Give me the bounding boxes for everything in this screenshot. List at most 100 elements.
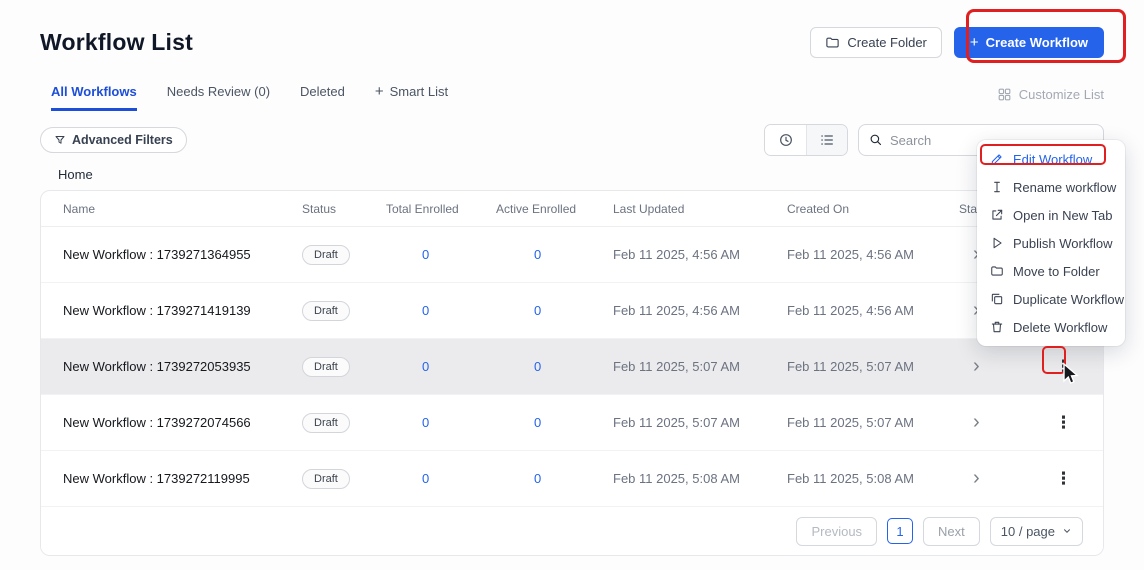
total-enrolled-value[interactable]: 0 (386, 247, 496, 262)
table-row[interactable]: New Workflow : 1739271419139 Draft 0 0 F… (41, 283, 1103, 339)
external-link-icon (990, 208, 1004, 222)
tab-all-workflows[interactable]: All Workflows (51, 84, 137, 111)
column-header-name: Name (63, 201, 96, 216)
table-header: Name Status Total Enrolled Active Enroll… (41, 191, 1103, 227)
list-view-button[interactable] (806, 125, 847, 155)
next-page-button[interactable]: Next (923, 516, 980, 546)
column-header-created-on: Created On (787, 201, 850, 216)
menu-item-label: Move to Folder (1013, 263, 1100, 279)
workflow-name[interactable]: New Workflow : 1739272074566 (63, 415, 302, 430)
page-size-select[interactable]: 10 / page (989, 516, 1083, 546)
status-badge: Draft (302, 300, 350, 321)
advanced-filters-button[interactable]: Advanced Filters (40, 127, 187, 153)
active-enrolled-value[interactable]: 0 (496, 247, 613, 262)
created-on-value: Feb 11 2025, 5:07 AM (787, 359, 914, 374)
last-updated-value: Feb 11 2025, 4:56 AM (613, 303, 740, 318)
trash-icon (990, 320, 1004, 334)
column-header-active-enrolled: Active Enrolled (496, 201, 577, 216)
chevron-right-icon[interactable]: › (973, 355, 980, 377)
last-updated-value: Feb 11 2025, 5:07 AM (613, 415, 740, 430)
active-enrolled-value[interactable]: 0 (496, 303, 613, 318)
last-updated-value: Feb 11 2025, 5:08 AM (613, 471, 740, 486)
workflow-name[interactable]: New Workflow : 1739271419139 (63, 303, 302, 318)
folder-icon (825, 35, 840, 50)
search-icon (868, 132, 883, 147)
filters-row: Advanced Filters (0, 124, 1144, 156)
active-enrolled-value[interactable]: 0 (496, 415, 613, 430)
breadcrumb-home[interactable]: Home (58, 167, 93, 182)
plus-icon: + (374, 83, 384, 100)
previous-page-button[interactable]: Previous (796, 516, 878, 546)
menu-item-label: Edit Workflow (1013, 151, 1093, 167)
breadcrumb: Home (0, 167, 1144, 182)
clock-icon (778, 132, 794, 148)
tab-label: Deleted (300, 84, 345, 99)
topbar: Workflow List Create Folder + Create Wor… (0, 0, 1144, 62)
menu-item-label: Delete Workflow (1013, 319, 1108, 335)
active-enrolled-value[interactable]: 0 (496, 471, 613, 486)
view-toggle (764, 124, 848, 156)
workflow-table: Name Status Total Enrolled Active Enroll… (40, 190, 1104, 556)
pencil-icon (990, 152, 1004, 166)
page-size-value: 10 / page (1000, 523, 1055, 539)
tab-deleted[interactable]: Deleted (300, 84, 345, 111)
table-row[interactable]: New Workflow : 1739272074566 Draft 0 0 F… (41, 395, 1103, 451)
created-on-value: Feb 11 2025, 4:56 AM (787, 303, 914, 318)
history-view-button[interactable] (765, 125, 806, 155)
created-on-value: Feb 11 2025, 5:07 AM (787, 415, 914, 430)
menu-item-open-in-new-tab[interactable]: Open in New Tab (977, 201, 1125, 229)
tabs-row: All Workflows Needs Review (0) Deleted +… (0, 84, 1144, 111)
play-icon (990, 236, 1004, 250)
menu-item-rename-workflow[interactable]: Rename workflow (977, 173, 1125, 201)
menu-item-publish-workflow[interactable]: Publish Workflow (977, 229, 1125, 257)
status-badge: Draft (302, 468, 350, 489)
advanced-filters-label: Advanced Filters (72, 133, 173, 147)
workflow-name[interactable]: New Workflow : 1739272119995 (63, 471, 302, 486)
menu-item-label: Rename workflow (1013, 179, 1117, 195)
tabs: All Workflows Needs Review (0) Deleted +… (51, 84, 448, 111)
table-row[interactable]: New Workflow : 1739271364955 Draft 0 0 F… (41, 227, 1103, 283)
total-enrolled-value[interactable]: 0 (386, 359, 496, 374)
created-on-value: Feb 11 2025, 5:08 AM (787, 471, 914, 486)
grid-icon (997, 87, 1012, 102)
page-title: Workflow List (40, 28, 193, 55)
kebab-menu-icon[interactable]: ⋮ (1049, 411, 1078, 434)
table-row[interactable]: New Workflow : 1739272119995 Draft 0 0 F… (41, 451, 1103, 507)
menu-item-label: Publish Workflow (1013, 235, 1113, 251)
tab-label: Needs Review (0) (166, 84, 271, 99)
table-row-highlighted[interactable]: New Workflow : 1739272053935 Draft 0 0 F… (41, 339, 1103, 395)
status-badge: Draft (302, 244, 350, 265)
chevron-right-icon[interactable]: › (973, 467, 980, 489)
total-enrolled-value[interactable]: 0 (386, 471, 496, 486)
plus-icon: + (969, 33, 979, 51)
workflow-name[interactable]: New Workflow : 1739272053935 (63, 359, 302, 374)
total-enrolled-value[interactable]: 0 (386, 303, 496, 318)
copy-icon (990, 292, 1004, 306)
row-context-menu: Edit Workflow Rename workflow Open in Ne… (977, 140, 1125, 346)
create-workflow-button[interactable]: + Create Workflow (953, 26, 1104, 58)
tab-needs-review[interactable]: Needs Review (0) (167, 84, 270, 111)
total-enrolled-value[interactable]: 0 (386, 415, 496, 430)
page-number-button[interactable]: 1 (887, 518, 914, 544)
menu-item-delete-workflow[interactable]: Delete Workflow (977, 313, 1125, 341)
tab-label: Smart List (389, 84, 449, 99)
create-folder-button[interactable]: Create Folder (810, 26, 942, 58)
filter-funnel-icon (54, 134, 66, 146)
menu-item-duplicate-workflow[interactable]: Duplicate Workflow (977, 285, 1125, 313)
menu-item-move-to-folder[interactable]: Move to Folder (977, 257, 1125, 285)
kebab-menu-icon[interactable]: ⋮ (1049, 355, 1078, 378)
last-updated-value: Feb 11 2025, 4:56 AM (613, 247, 740, 262)
column-header-total-enrolled: Total Enrolled (386, 201, 459, 216)
workflow-name[interactable]: New Workflow : 1739271364955 (63, 247, 302, 262)
column-header-last-updated: Last Updated (613, 201, 685, 216)
rename-icon (990, 180, 1004, 194)
tab-smart-list[interactable]: + Smart List (375, 84, 448, 111)
kebab-menu-icon[interactable]: ⋮ (1049, 467, 1078, 490)
menu-item-label: Open in New Tab (1013, 207, 1113, 223)
active-enrolled-value[interactable]: 0 (496, 359, 613, 374)
menu-item-edit-workflow[interactable]: Edit Workflow (977, 145, 1125, 173)
created-on-value: Feb 11 2025, 4:56 AM (787, 247, 914, 262)
chevron-right-icon[interactable]: › (973, 411, 980, 433)
last-updated-value: Feb 11 2025, 5:07 AM (613, 359, 740, 374)
customize-list-button[interactable]: Customize List (997, 87, 1104, 111)
